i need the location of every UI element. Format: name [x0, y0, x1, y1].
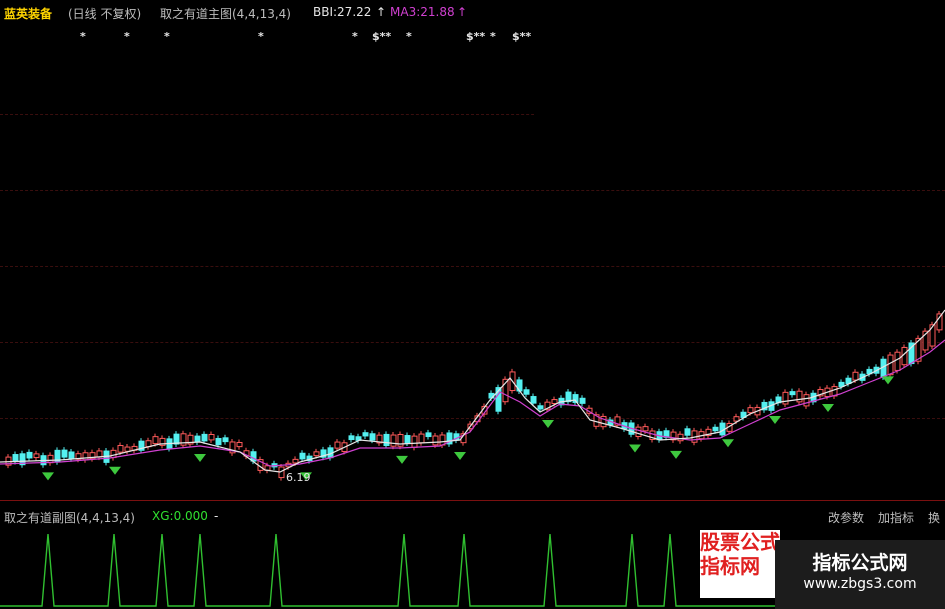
candle [82, 452, 89, 461]
candle [152, 436, 159, 445]
candle [236, 441, 243, 448]
candle [425, 432, 432, 438]
candle [33, 453, 40, 459]
candle [789, 391, 796, 396]
candle [47, 454, 54, 464]
redaction-box [534, 0, 945, 140]
candle [411, 435, 418, 448]
green-down-triangle-icon [882, 376, 894, 385]
green-down-triangle-icon [670, 450, 682, 459]
candle [796, 390, 803, 403]
candle [110, 449, 117, 459]
watermark-url: www.zbgs3.com [803, 576, 917, 592]
watermark-title: 指标公式网 [812, 552, 908, 574]
green-down-triangle-icon [629, 444, 641, 453]
candle [194, 435, 201, 443]
green-down-triangle-icon [454, 452, 466, 460]
candle [551, 399, 558, 405]
candle [215, 437, 222, 446]
watermark-left-text: 股票公式指标网 [700, 530, 780, 578]
candle [852, 371, 859, 381]
watermark-logo: 股票公式指标网 [700, 530, 780, 598]
panel-divider [0, 500, 945, 501]
candle [201, 433, 208, 442]
candle [383, 433, 390, 447]
candle [803, 394, 810, 407]
candle [418, 433, 425, 444]
candle [362, 432, 369, 437]
candle [523, 389, 530, 395]
candle [222, 437, 229, 443]
candle [894, 351, 901, 371]
candle [642, 426, 649, 432]
candle [677, 433, 684, 442]
candle [404, 435, 411, 444]
candle [348, 435, 355, 441]
candle [334, 441, 341, 449]
green-down-triangle-icon [396, 455, 408, 464]
candle [537, 405, 544, 410]
candlesticks [5, 310, 943, 481]
candle [579, 397, 586, 404]
green-down-triangle-icon [42, 472, 54, 481]
candle [887, 354, 894, 376]
candle [432, 435, 439, 446]
candle [313, 451, 320, 457]
watermark-badge: 指标公式网 www.zbgs3.com [775, 540, 945, 609]
candle [124, 446, 131, 452]
green-down-triangle-icon [822, 404, 834, 412]
candle [369, 433, 376, 441]
green-down-triangle-icon [194, 454, 206, 462]
green-down-triangle-icon [109, 466, 121, 475]
candle [530, 396, 537, 404]
candle [61, 449, 68, 458]
candle [208, 434, 215, 441]
candle [635, 426, 642, 438]
candle [12, 454, 19, 463]
green-down-triangle-icon [542, 420, 554, 428]
candle [684, 428, 691, 436]
candle [117, 445, 124, 453]
candle [390, 434, 397, 447]
candle [782, 391, 789, 405]
candle [929, 324, 936, 347]
candle [299, 452, 306, 460]
candle [712, 426, 719, 432]
low-price-label: 6.19 [286, 471, 311, 484]
redaction-box [240, 272, 702, 335]
candle [26, 451, 33, 459]
candle [68, 451, 75, 460]
candle [747, 407, 754, 414]
green-down-triangle-icon [722, 439, 734, 448]
green-down-triangle-icon [769, 416, 781, 424]
candle [292, 458, 299, 464]
